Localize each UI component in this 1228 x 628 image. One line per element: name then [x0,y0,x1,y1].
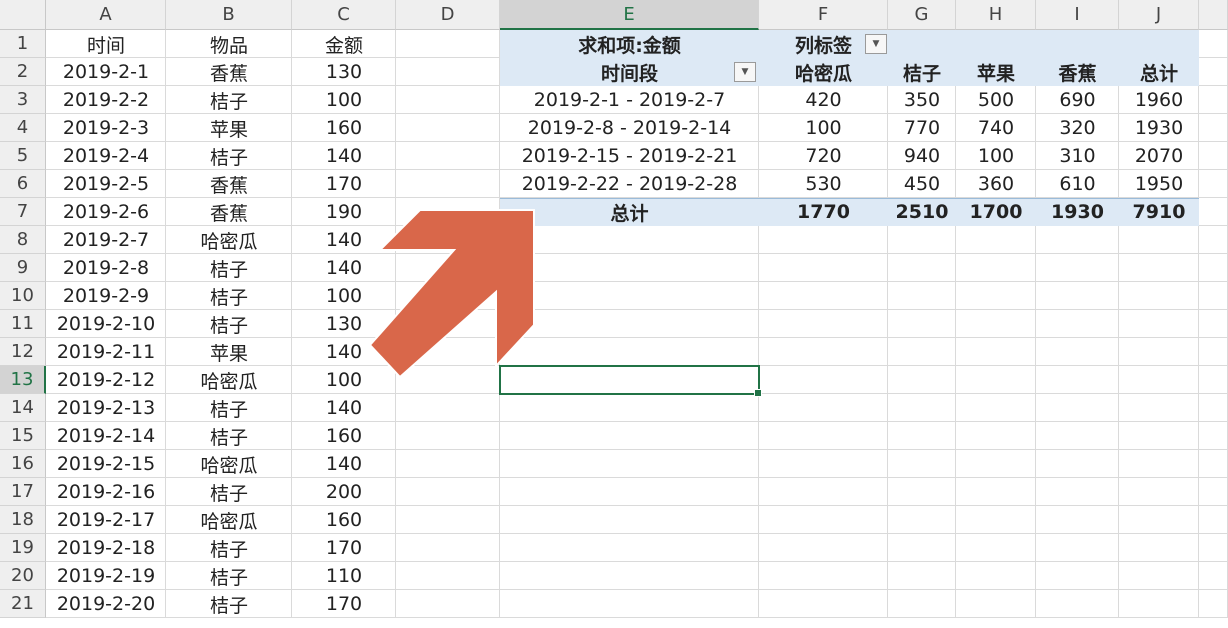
arrow-up-right-icon [368,209,535,379]
